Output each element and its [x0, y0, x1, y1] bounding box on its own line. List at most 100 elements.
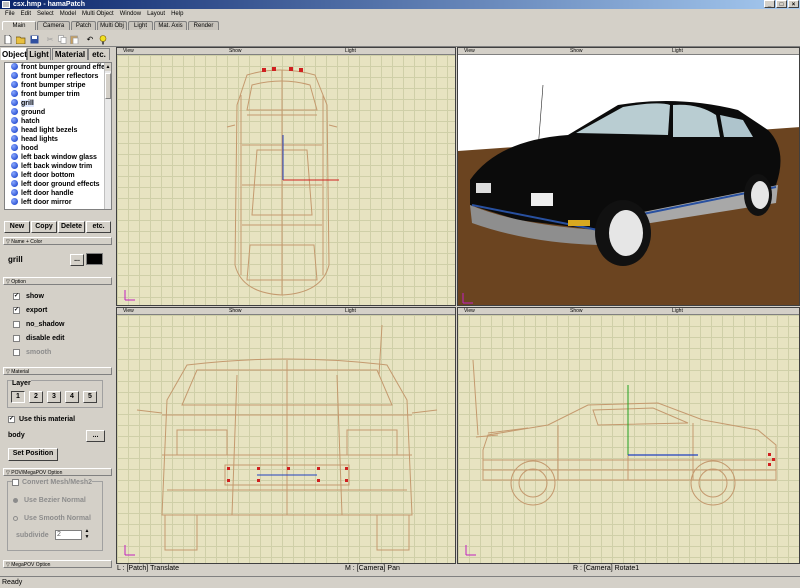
object-list-item[interactable]: front bumper trim	[5, 90, 111, 99]
object-list-item[interactable]: left door mirror	[5, 198, 111, 207]
set-position-button[interactable]: Set Position	[8, 448, 58, 461]
object-list[interactable]: front bumper ground effe... front bumper …	[4, 62, 112, 210]
light-menu[interactable]: Light	[345, 48, 356, 55]
maximize-button[interactable]: □	[776, 0, 787, 8]
show-menu[interactable]: Show	[570, 48, 583, 55]
layer-3-button[interactable]: 3	[47, 391, 61, 403]
side-view-canvas[interactable]	[458, 315, 799, 563]
section-pov-header[interactable]: ▽ POV/MegaPOV Option	[3, 468, 112, 476]
show-menu[interactable]: Show	[229, 48, 242, 55]
color-picker-button[interactable]: ...	[70, 254, 84, 266]
viewport-side[interactable]: View Show Light	[457, 307, 800, 564]
cut-icon[interactable]: ✂	[44, 34, 56, 45]
object-list-item[interactable]: left door handle	[5, 189, 111, 198]
scroll-up-arrow-icon[interactable]: ▲	[105, 63, 111, 71]
menu-layout[interactable]: Layout	[144, 9, 168, 19]
new-file-icon[interactable]	[2, 34, 14, 45]
object-list-item[interactable]: head light bezels	[5, 126, 111, 135]
color-swatch[interactable]	[86, 253, 103, 265]
tab-camera[interactable]: Camera	[37, 21, 70, 30]
object-list-item[interactable]: front bumper stripe	[5, 81, 111, 90]
object-list-item[interactable]: left door ground effects	[5, 180, 111, 189]
panel-tab-light[interactable]: Light	[27, 48, 51, 60]
minimize-button[interactable]: _	[764, 0, 775, 8]
new-object-button[interactable]: New	[4, 221, 30, 233]
object-list-item[interactable]: left back window trim	[5, 162, 111, 171]
smooth-normal-radio[interactable]: Use Smooth Normal	[13, 515, 91, 522]
front-view-canvas[interactable]	[117, 315, 455, 563]
disable-edit-checkbox[interactable]: disable edit	[13, 335, 65, 342]
object-list-item[interactable]: grill	[5, 99, 111, 108]
tab-multi-obj[interactable]: Multi Obj	[97, 21, 127, 30]
view-menu[interactable]: View	[464, 308, 475, 315]
subdivide-input[interactable]: 2	[55, 530, 82, 540]
object-list-item[interactable]: hood	[5, 144, 111, 153]
view-menu[interactable]: View	[123, 48, 134, 55]
close-button[interactable]: ×	[788, 0, 799, 8]
render-canvas[interactable]	[458, 55, 799, 305]
object-list-item[interactable]: front bumper ground effe...	[5, 63, 111, 72]
viewport-camera[interactable]: View Show Light	[457, 47, 800, 306]
subdivide-spinner-icon[interactable]: ▲ ▼	[83, 528, 91, 542]
etc-button[interactable]: etc.	[86, 221, 111, 233]
material-name-field[interactable]: body	[8, 432, 25, 439]
panel-tab-material[interactable]: Material	[52, 48, 88, 60]
light-menu[interactable]: Light	[345, 308, 356, 315]
light-menu[interactable]: Light	[672, 48, 683, 55]
object-list-item[interactable]: left back window glass	[5, 153, 111, 162]
undo-icon[interactable]: ↶	[84, 34, 96, 45]
tab-main[interactable]: Main	[2, 21, 36, 30]
top-view-canvas[interactable]	[117, 55, 455, 305]
panel-tab-object[interactable]: Object	[1, 48, 27, 60]
copy-icon[interactable]	[56, 34, 68, 45]
use-material-checkbox[interactable]: ✓ Use this material	[8, 416, 75, 423]
object-list-item[interactable]: head lights	[5, 135, 111, 144]
menu-window[interactable]: Window	[117, 9, 144, 19]
tab-render[interactable]: Render	[188, 21, 219, 30]
smooth-checkbox[interactable]: smooth	[13, 349, 51, 356]
layer-1-button[interactable]: 1	[11, 391, 25, 403]
section-option-header[interactable]: ▽ Option	[3, 277, 112, 285]
tab-mat-axis[interactable]: Mat. Axis	[154, 21, 187, 30]
show-menu[interactable]: Show	[229, 308, 242, 315]
view-menu[interactable]: View	[123, 308, 134, 315]
show-menu[interactable]: Show	[570, 308, 583, 315]
paste-icon[interactable]	[68, 34, 80, 45]
object-list-item[interactable]: left door bottom	[5, 171, 111, 180]
view-menu[interactable]: View	[464, 48, 475, 55]
bezier-normal-radio[interactable]: Use Bezier Normal	[13, 497, 86, 504]
delete-object-button[interactable]: Delete	[58, 221, 85, 233]
export-checkbox[interactable]: ✓ export	[13, 307, 47, 314]
no-shadow-checkbox[interactable]: no_shadow	[13, 321, 65, 328]
show-checkbox[interactable]: ✓ show	[13, 293, 44, 300]
object-list-scrollbar[interactable]: ▲	[104, 63, 111, 209]
layer-4-button[interactable]: 4	[65, 391, 79, 403]
object-name-field[interactable]: grill	[8, 255, 23, 264]
menu-edit[interactable]: Edit	[18, 9, 34, 19]
tab-light[interactable]: Light	[128, 21, 153, 30]
layer-5-button[interactable]: 5	[83, 391, 97, 403]
viewport-top[interactable]: View Show Light	[116, 47, 456, 306]
menu-select[interactable]: Select	[34, 9, 57, 19]
object-list-item[interactable]: front bumper reflectors	[5, 72, 111, 81]
scrollbar-thumb[interactable]	[105, 73, 111, 99]
open-folder-icon[interactable]	[15, 34, 27, 45]
material-browse-button[interactable]: ...	[86, 430, 105, 442]
menu-model[interactable]: Model	[57, 9, 79, 19]
menu-file[interactable]: File	[2, 9, 18, 19]
object-list-item[interactable]: hatch	[5, 117, 111, 126]
convert-mesh-checkbox[interactable]: Convert Mesh/Mesh2	[12, 479, 93, 486]
viewport-front[interactable]: View Show Light	[116, 307, 456, 564]
section-material-header[interactable]: ▽ Material	[3, 367, 112, 375]
menu-multi-object[interactable]: Multi Object	[79, 9, 117, 19]
light-menu[interactable]: Light	[672, 308, 683, 315]
copy-object-button[interactable]: Copy	[31, 221, 57, 233]
section-megapov-header[interactable]: ▽ MegaPOV Option	[3, 560, 112, 568]
object-list-item[interactable]: ground	[5, 108, 111, 117]
section-name-color-header[interactable]: ▽ Name + Color	[3, 237, 112, 245]
save-icon[interactable]	[28, 34, 40, 45]
menu-help[interactable]: Help	[168, 9, 186, 19]
panel-tab-etc[interactable]: etc.	[88, 48, 110, 60]
help-icon[interactable]	[97, 34, 109, 45]
layer-2-button[interactable]: 2	[29, 391, 43, 403]
